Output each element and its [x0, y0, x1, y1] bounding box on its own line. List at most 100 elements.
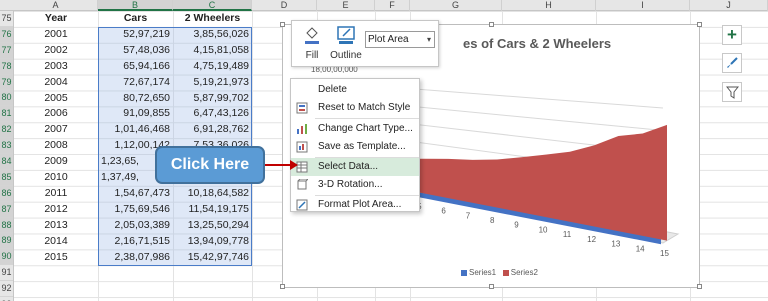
filter-icon [725, 86, 739, 99]
two-wheelers-cell[interactable]: 3,85,56,026 [173, 27, 252, 43]
row-header[interactable]: 91 [0, 265, 13, 282]
two-wheelers-cell[interactable]: 13,94,09,778 [173, 234, 252, 250]
header-cars[interactable]: Cars [98, 11, 173, 27]
menu-item-3d-rotation[interactable]: 3-D Rotation... [291, 176, 419, 194]
save-template-icon [296, 141, 308, 153]
year-cell[interactable]: 2010 [14, 170, 98, 186]
cars-cell[interactable]: 65,94,166 [98, 59, 173, 75]
cars-cell[interactable]: 2,05,03,389 [98, 218, 173, 234]
year-cell[interactable]: 2007 [14, 122, 98, 138]
row-header[interactable]: 81 [0, 106, 13, 123]
row-header[interactable]: 92 [0, 281, 13, 298]
cars-cell[interactable]: 91,09,855 [98, 106, 173, 122]
menu-item-delete[interactable]: Delete [291, 81, 419, 99]
column-header-j[interactable]: J [690, 0, 768, 11]
row-header[interactable]: 88 [0, 217, 13, 234]
cars-cell[interactable]: 52,97,219 [98, 27, 173, 43]
row-header[interactable]: 93 [0, 297, 13, 301]
chart-element-select[interactable]: Plot Area ▾ [365, 31, 435, 48]
year-cell[interactable]: 2004 [14, 75, 98, 91]
two-wheelers-cell[interactable]: 4,15,81,058 [173, 43, 252, 59]
resize-handle[interactable] [697, 22, 702, 27]
x-tick-label: 11 [563, 230, 572, 239]
column-header-i[interactable]: I [596, 0, 690, 11]
row-header[interactable]: 85 [0, 169, 13, 186]
menu-item-change-chart-type[interactable]: Change Chart Type... [291, 120, 419, 138]
row-header[interactable]: 77 [0, 42, 13, 59]
resize-handle[interactable] [280, 22, 285, 27]
cars-cell[interactable]: 72,67,174 [98, 75, 173, 91]
fill-button[interactable]: Fill [294, 24, 330, 61]
two-wheelers-cell[interactable]: 10,18,64,582 [173, 186, 252, 202]
year-cell[interactable]: 2012 [14, 202, 98, 218]
column-header-f[interactable]: F [375, 0, 410, 11]
table-row: 2001 52,97,219 3,85,56,026 [14, 27, 252, 43]
column-header-c[interactable]: C [173, 0, 252, 11]
header-two-wheelers[interactable]: 2 Wheelers [173, 11, 252, 27]
menu-item-format-plot-area[interactable]: Format Plot Area... [291, 196, 419, 214]
cars-cell[interactable]: 57,48,036 [98, 43, 173, 59]
column-header-d[interactable]: D [252, 0, 317, 11]
column-header-g[interactable]: G [410, 0, 502, 11]
column-header-h[interactable]: H [502, 0, 596, 11]
year-cell[interactable]: 2015 [14, 250, 98, 266]
chart-styles-button[interactable] [722, 53, 742, 73]
column-header-e[interactable]: E [317, 0, 375, 11]
menu-item-save-template[interactable]: Save as Template... [291, 138, 419, 156]
chart-legend[interactable]: Series1 Series2 [461, 268, 538, 277]
row-header[interactable]: 87 [0, 201, 13, 218]
year-cell[interactable]: 2005 [14, 91, 98, 107]
cars-cell[interactable]: 1,54,67,473 [98, 186, 173, 202]
menu-item-label: 3-D Rotation... [318, 179, 383, 190]
chevron-down-icon: ▾ [426, 35, 431, 44]
outline-button[interactable]: Outline [328, 24, 364, 61]
two-wheelers-cell[interactable]: 4,75,19,489 [173, 59, 252, 75]
year-cell[interactable]: 2001 [14, 27, 98, 43]
year-cell[interactable]: 2013 [14, 218, 98, 234]
cars-cell[interactable]: 1,01,46,468 [98, 122, 173, 138]
table-row: 2013 2,05,03,389 13,25,50,294 [14, 218, 252, 234]
two-wheelers-cell[interactable]: 5,19,21,973 [173, 75, 252, 91]
header-year[interactable]: Year [14, 11, 98, 27]
add-chart-element-button[interactable]: + [722, 25, 742, 45]
row-header[interactable]: 90 [0, 249, 13, 266]
year-cell[interactable]: 2009 [14, 154, 98, 170]
year-cell[interactable]: 2011 [14, 186, 98, 202]
row-header[interactable]: 83 [0, 138, 13, 155]
row-header[interactable]: 80 [0, 90, 13, 107]
resize-handle[interactable] [697, 284, 702, 289]
menu-item-reset-style[interactable]: Reset to Match Style [291, 99, 419, 117]
column-header-b[interactable]: B [98, 0, 173, 11]
menu-item-select-data[interactable]: Select Data... [291, 158, 419, 176]
row-header[interactable]: 76 [0, 26, 13, 43]
column-header-a[interactable]: A [14, 0, 98, 11]
row-header[interactable]: 78 [0, 58, 13, 75]
row-header[interactable]: 75 [0, 11, 13, 27]
row-header[interactable]: 86 [0, 185, 13, 202]
row-header[interactable]: 89 [0, 233, 13, 250]
year-cell[interactable]: 2003 [14, 59, 98, 75]
two-wheelers-cell[interactable]: 6,47,43,126 [173, 106, 252, 122]
chart-filters-button[interactable] [722, 82, 742, 102]
year-cell[interactable]: 2008 [14, 138, 98, 154]
cars-cell[interactable]: 1,75,69,546 [98, 202, 173, 218]
two-wheelers-cell[interactable]: 11,54,19,175 [173, 202, 252, 218]
year-cell[interactable]: 2006 [14, 106, 98, 122]
cars-cell[interactable]: 2,38,07,986 [98, 250, 173, 266]
resize-handle[interactable] [489, 284, 494, 289]
row-header[interactable]: 84 [0, 154, 13, 170]
resize-handle[interactable] [489, 22, 494, 27]
two-wheelers-cell[interactable]: 15,42,97,746 [173, 250, 252, 266]
row-header[interactable]: 79 [0, 74, 13, 91]
resize-handle[interactable] [280, 284, 285, 289]
two-wheelers-cell[interactable]: 5,87,99,702 [173, 91, 252, 107]
row-header[interactable]: 82 [0, 122, 13, 139]
two-wheelers-cell[interactable]: 13,25,50,294 [173, 218, 252, 234]
chart-type-icon [297, 124, 307, 134]
column-header-bar: A B C D E F G H I J [0, 0, 768, 11]
year-cell[interactable]: 2014 [14, 234, 98, 250]
two-wheelers-cell[interactable]: 6,91,28,762 [173, 122, 252, 138]
cars-cell[interactable]: 80,72,650 [98, 91, 173, 107]
year-cell[interactable]: 2002 [14, 43, 98, 59]
cars-cell[interactable]: 2,16,71,515 [98, 234, 173, 250]
